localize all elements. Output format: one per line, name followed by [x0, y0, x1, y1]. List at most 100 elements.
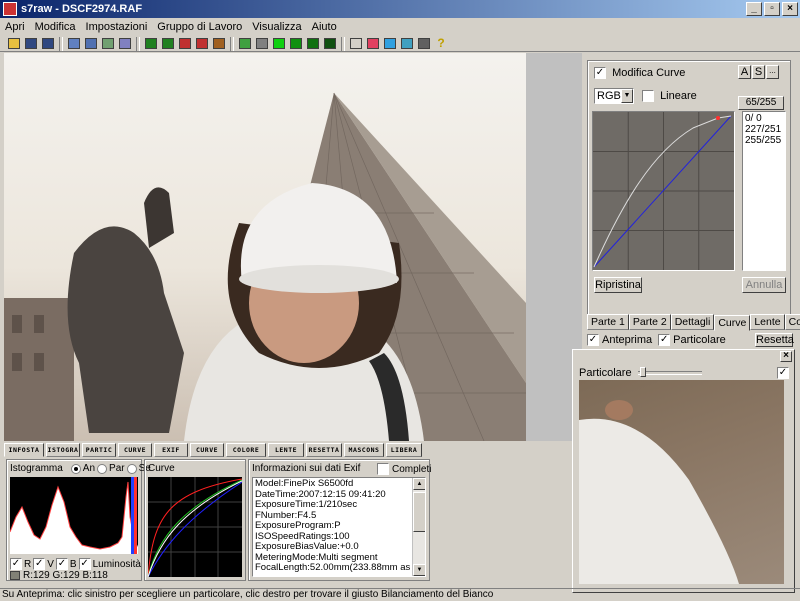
menu-aiuto[interactable]: Aiuto: [307, 21, 342, 33]
maximize-button[interactable]: ▫: [764, 2, 780, 16]
tab-curve[interactable]: Curve: [714, 315, 751, 331]
ripristina-button[interactable]: Ripristina: [594, 277, 642, 293]
b-checkbox[interactable]: ✓: [55, 558, 68, 570]
close-button[interactable]: ×: [782, 2, 798, 16]
save-icon[interactable]: [23, 36, 39, 51]
chevron-down-icon[interactable]: ▼: [621, 89, 633, 103]
tab-lente[interactable]: Lente: [750, 314, 785, 330]
hist-icon[interactable]: [237, 36, 253, 51]
help-icon[interactable]: ?: [433, 36, 449, 51]
a-button[interactable]: A: [738, 65, 751, 79]
curves-mini-title: Curve: [148, 463, 175, 474]
scroll-thumb[interactable]: [413, 492, 425, 532]
particolare-preview[interactable]: [579, 380, 784, 584]
curve-graph[interactable]: [592, 111, 735, 271]
crop-icon[interactable]: [100, 36, 116, 51]
radio-an-label: An: [82, 463, 96, 474]
lineare-checkbox[interactable]: [642, 90, 654, 103]
jpeg-icon[interactable]: [177, 36, 193, 51]
particolare-checkbox[interactable]: ✓: [658, 334, 671, 346]
zoom-slider-thumb[interactable]: [639, 367, 646, 377]
tab-colore[interactable]: Colore: [784, 314, 800, 330]
scroll-down-icon[interactable]: ▼: [413, 564, 425, 576]
info-tab-curve[interactable]: CURVE: [190, 443, 224, 457]
v-label: V: [47, 558, 54, 570]
particolare-title: Particolare: [579, 367, 632, 379]
info-tab-curve[interactable]: CURVE: [118, 443, 152, 457]
open-icon[interactable]: [6, 36, 22, 51]
exif-scrollbar[interactable]: ▲ ▼: [412, 478, 425, 576]
info-tab-istogra[interactable]: ISTOGRA: [46, 443, 80, 457]
copy-icon[interactable]: [66, 36, 82, 51]
more-button[interactable]: ...: [766, 65, 779, 79]
palette-icon[interactable]: [365, 36, 381, 51]
preview-icon[interactable]: [416, 36, 432, 51]
window-icon[interactable]: [348, 36, 364, 51]
channel-select[interactable]: RGB ▼: [594, 88, 634, 104]
photo-preview[interactable]: [4, 53, 526, 441]
annulla-button[interactable]: Annulla: [742, 277, 786, 293]
luminosita-label: Luminosità: [92, 558, 141, 570]
completi-label: Completi: [392, 463, 432, 475]
menu-gruppo-di-lavoro[interactable]: Gruppo di Lavoro: [152, 21, 247, 33]
list-item[interactable]: 255/255: [745, 135, 783, 146]
levels-icon[interactable]: [399, 36, 415, 51]
zoom-slider[interactable]: [637, 367, 702, 377]
info-tab-colore[interactable]: COLORE: [226, 443, 266, 457]
completi-checkbox[interactable]: [377, 463, 389, 475]
gray-icon[interactable]: [254, 36, 270, 51]
info-tab-partic[interactable]: PARTIC: [82, 443, 116, 457]
find-icon[interactable]: [83, 36, 99, 51]
tab-parte-2[interactable]: Parte 2: [628, 314, 671, 330]
menu-modifica[interactable]: Modifica: [30, 21, 81, 33]
luminosita-checkbox[interactable]: ✓: [78, 558, 91, 570]
radio-se[interactable]: [126, 463, 137, 474]
exif-group: Informazioni sui dati Exif Completi Mode…: [248, 459, 432, 581]
grid-c-icon[interactable]: [322, 36, 338, 51]
list-item: ExposureBiasValue:+0.0: [255, 541, 359, 552]
list-item[interactable]: 0/ 0: [745, 113, 783, 124]
menu-impostazioni[interactable]: Impostazioni: [81, 21, 153, 33]
info-tab-libera[interactable]: LIBERA: [386, 443, 422, 457]
info-tab-mascons[interactable]: MASCONS: [344, 443, 384, 457]
particolare-pin-checkbox[interactable]: ✓: [777, 367, 789, 379]
curve-point-marker[interactable]: [716, 116, 720, 120]
s-button[interactable]: S: [752, 65, 765, 79]
app-icon: [3, 2, 17, 16]
jpeg-q-icon[interactable]: [194, 36, 210, 51]
menu-apri[interactable]: Apri: [0, 21, 30, 33]
exif-title: Informazioni sui dati Exif: [252, 463, 361, 474]
minimize-button[interactable]: _: [746, 2, 762, 16]
tab-parte-1[interactable]: Parte 1: [587, 314, 629, 330]
particolare-close-button[interactable]: ×: [780, 351, 792, 362]
tab-dettagli[interactable]: Dettagli: [670, 314, 715, 330]
menu-visualizza[interactable]: Visualizza: [247, 21, 306, 33]
exif-list[interactable]: Model:FinePix S6500fd DateTime:2007:12:15…: [252, 477, 426, 577]
info-tab-lente[interactable]: LENTE: [268, 443, 304, 457]
grid-icon[interactable]: [288, 36, 304, 51]
tiff16-icon[interactable]: [160, 36, 176, 51]
scroll-up-icon[interactable]: ▲: [413, 478, 425, 490]
info-tab-exif[interactable]: EXIF: [154, 443, 188, 457]
toolbar-separator: [230, 36, 234, 51]
info-tab-infosta[interactable]: INFOSTA: [4, 443, 44, 457]
radio-par[interactable]: [97, 463, 108, 474]
points-list[interactable]: 0/ 0 227/251 255/255: [742, 111, 786, 271]
channel-value: RGB: [597, 90, 621, 102]
color-sample-swatch: [10, 571, 20, 580]
green-square-icon[interactable]: [271, 36, 287, 51]
modifica-curve-checkbox[interactable]: ✓: [594, 67, 606, 80]
info-tab-resetta[interactable]: RESETTA: [306, 443, 342, 457]
exif-icon[interactable]: [211, 36, 227, 51]
color-wheel-icon[interactable]: [382, 36, 398, 51]
save-all-icon[interactable]: [40, 36, 56, 51]
anteprima-checkbox[interactable]: ✓: [587, 334, 599, 346]
resetta-button[interactable]: Resetta: [755, 333, 794, 347]
list-item[interactable]: 227/251: [745, 124, 783, 135]
tiff-icon[interactable]: [143, 36, 159, 51]
radio-an[interactable]: [70, 463, 81, 474]
v-checkbox[interactable]: ✓: [33, 558, 46, 570]
batch-icon[interactable]: [117, 36, 133, 51]
r-checkbox[interactable]: ✓: [10, 558, 22, 570]
grid-b-icon[interactable]: [305, 36, 321, 51]
